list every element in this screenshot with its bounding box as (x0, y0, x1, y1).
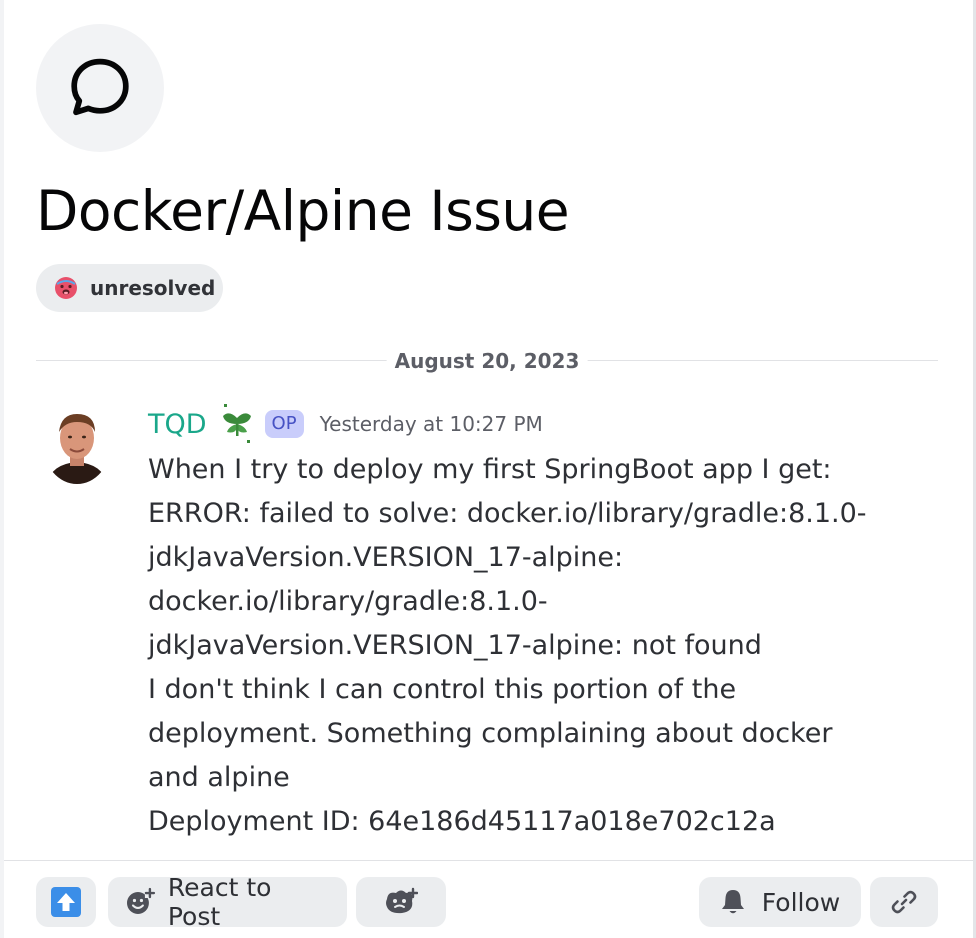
left-frame-edge (0, 0, 4, 938)
link-icon (891, 890, 917, 914)
message-line: I don't think I can control this portion… (148, 674, 737, 705)
message-header: TQD OP Yesterday at 10:27 PM (148, 402, 543, 446)
thread-icon-circle (36, 24, 164, 152)
avatar[interactable] (43, 404, 111, 484)
message-line: docker.io/library/gradle:8.1.0- (148, 586, 548, 617)
date-label: August 20, 2023 (386, 346, 588, 376)
username[interactable]: TQD (148, 409, 207, 440)
add-reaction-icon (126, 887, 156, 914)
op-badge: OP (264, 410, 304, 438)
avatar-portrait (43, 404, 111, 484)
add-emoji-reaction-button[interactable] (356, 877, 446, 927)
tag-label: unresolved (90, 276, 216, 300)
message-line: ERROR: failed to solve: docker.io/librar… (148, 498, 867, 529)
copy-link-button[interactable] (870, 877, 938, 927)
message-line: deployment. Something complaining about … (148, 718, 833, 749)
footer-divider (4, 860, 973, 861)
emoji-face-icon (386, 887, 418, 914)
upvote-button[interactable] (36, 877, 96, 927)
react-to-post-label: React to Post (167, 873, 272, 931)
message-body: When I try to deploy my first SpringBoot… (148, 448, 908, 844)
message-line: jdkJavaVersion.VERSION_17-alpine: not fo… (148, 630, 762, 661)
message-line: When I try to deploy my first SpringBoot… (148, 454, 832, 485)
message-timestamp[interactable]: Yesterday at 10:27 PM (320, 412, 543, 436)
message-line: jdkJavaVersion.VERSION_17-alpine: (148, 542, 624, 573)
date-divider: August 20, 2023 (36, 346, 938, 376)
arrow-up-icon (51, 887, 81, 917)
post-title: Docker/Alpine Issue (36, 179, 570, 243)
message-line: Deployment ID: 64e186d45117a018e702c12a (148, 806, 776, 837)
tag-unresolved[interactable]: unresolved (36, 264, 223, 312)
follow-button[interactable]: Follow (699, 877, 861, 927)
sprout-icon (222, 404, 251, 443)
react-to-post-button[interactable]: React to Post (108, 873, 347, 931)
bell-icon (721, 890, 744, 914)
hot-face-emoji-icon (55, 277, 77, 299)
message-line: and alpine (148, 762, 290, 793)
follow-label: Follow (761, 887, 841, 917)
chat-bubble-icon (71, 58, 129, 116)
